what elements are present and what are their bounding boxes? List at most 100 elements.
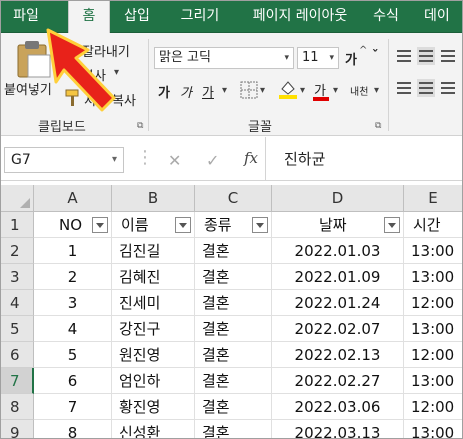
header-cell-date[interactable]: 날짜 — [272, 212, 404, 238]
cell-type[interactable]: 결혼 — [195, 316, 272, 342]
insert-function-button[interactable]: fx — [244, 149, 258, 167]
cell-date[interactable]: 2022.02.13 — [272, 342, 404, 368]
align-center-icon[interactable] — [417, 79, 435, 97]
row-header[interactable]: 9 — [0, 420, 34, 439]
enter-icon[interactable]: ✓ — [206, 151, 219, 170]
select-all-button[interactable] — [0, 185, 34, 212]
cell-no[interactable]: 4 — [34, 316, 112, 342]
filter-dropdown-icon[interactable] — [175, 217, 191, 233]
bold-button[interactable]: 가 — [158, 82, 170, 101]
cell-name[interactable]: 황진영 — [112, 394, 195, 420]
column-header-d[interactable]: D — [272, 185, 404, 212]
cell-time[interactable]: 13:00 — [404, 238, 463, 264]
column-header-b[interactable]: B — [112, 185, 195, 212]
row-header[interactable]: 2 — [0, 238, 34, 264]
cell-no[interactable]: 3 — [34, 290, 112, 316]
cell-no[interactable]: 1 — [34, 238, 112, 264]
cell-type[interactable]: 결혼 — [195, 342, 272, 368]
row-header[interactable]: 3 — [0, 264, 34, 290]
header-cell-name[interactable]: 이름 — [112, 212, 195, 238]
tab-data[interactable]: 데이 — [424, 0, 463, 33]
row-header[interactable]: 1 — [0, 212, 34, 238]
cell-date[interactable]: 2022.01.03 — [272, 238, 404, 264]
underline-dropdown-icon[interactable]: ▾ — [222, 85, 227, 96]
cell-name[interactable]: 김진길 — [112, 238, 195, 264]
tab-formulas[interactable]: 수식 — [368, 0, 404, 33]
header-cell-time[interactable]: 시간 — [404, 212, 463, 238]
cell-type[interactable]: 결혼 — [195, 238, 272, 264]
align-bottom-icon[interactable] — [439, 47, 457, 65]
row-header[interactable]: 4 — [0, 290, 34, 316]
more-options-icon[interactable]: ⋮ — [136, 147, 154, 168]
italic-button[interactable]: 가 — [180, 82, 192, 101]
cell-name[interactable]: 엄인하 — [112, 368, 195, 394]
cell-type[interactable]: 결혼 — [195, 290, 272, 316]
cell-time[interactable]: 13:00 — [404, 264, 463, 290]
cell-name[interactable]: 강진구 — [112, 316, 195, 342]
filter-dropdown-icon[interactable] — [252, 217, 268, 233]
filter-dropdown-icon[interactable] — [92, 217, 108, 233]
cell-date[interactable]: 2022.02.27 — [272, 368, 404, 394]
cell-date[interactable]: 2022.02.07 — [272, 316, 404, 342]
cell-time[interactable]: 13:00 — [404, 316, 463, 342]
border-icon[interactable] — [240, 81, 258, 99]
cell-no[interactable]: 5 — [34, 342, 112, 368]
row-header[interactable]: 8 — [0, 394, 34, 420]
column-header-a[interactable]: A — [34, 185, 112, 212]
header-cell-type[interactable]: 종류 — [195, 212, 272, 238]
clipboard-launcher-icon[interactable]: ⧉ — [137, 121, 143, 131]
cell-name[interactable]: 김혜진 — [112, 264, 195, 290]
row-header[interactable]: 6 — [0, 342, 34, 368]
align-left-icon[interactable] — [395, 79, 413, 97]
shrink-font-button[interactable]: ˇ — [372, 49, 379, 64]
font-size-select[interactable]: 11 ▾ — [297, 47, 339, 69]
cell-time[interactable]: 12:00 — [404, 394, 463, 420]
cell-name[interactable]: 원진영 — [112, 342, 195, 368]
cell-no[interactable]: 7 — [34, 394, 112, 420]
group-divider — [148, 39, 149, 131]
align-middle-icon[interactable] — [417, 47, 435, 65]
tab-insert[interactable]: 삽입 — [116, 0, 158, 33]
header-cell-no[interactable]: NO — [34, 212, 112, 238]
phonetic-button[interactable]: 내천 — [350, 83, 368, 98]
phonetic-dropdown-icon[interactable]: ▾ — [374, 85, 379, 96]
align-right-icon[interactable] — [439, 79, 457, 97]
cell-date[interactable]: 2022.03.06 — [272, 394, 404, 420]
tab-page-layout[interactable]: 페이지 레이아웃 — [244, 0, 356, 33]
cell-time[interactable]: 13:00 — [404, 368, 463, 394]
cell-no[interactable]: 2 — [34, 264, 112, 290]
row-header[interactable]: 7 — [0, 368, 34, 394]
cancel-icon[interactable]: ✕ — [168, 151, 181, 170]
font-color-dropdown-icon[interactable]: ▾ — [333, 85, 338, 96]
cell-type[interactable]: 결혼 — [195, 394, 272, 420]
cell-type[interactable]: 결혼 — [195, 368, 272, 394]
cell-name[interactable]: 진세미 — [112, 290, 195, 316]
row-header[interactable]: 5 — [0, 316, 34, 342]
font-launcher-icon[interactable]: ⧉ — [375, 121, 381, 131]
tab-draw[interactable]: 그리기 — [172, 0, 228, 33]
align-top-icon[interactable] — [395, 47, 413, 65]
font-name-select[interactable]: 맑은 고딕 ▾ — [154, 47, 294, 69]
cell-time[interactable]: 12:00 — [404, 290, 463, 316]
fill-color-dropdown-icon[interactable]: ▾ — [300, 85, 305, 96]
cell-date[interactable]: 2022.03.13 — [272, 420, 404, 439]
formula-input[interactable]: 진하균 — [265, 137, 463, 181]
column-header-c[interactable]: C — [195, 185, 272, 212]
fill-color-icon[interactable] — [278, 79, 298, 99]
cell-type[interactable]: 결혼 — [195, 420, 272, 439]
grow-font-button[interactable]: 가 — [345, 49, 357, 68]
filter-dropdown-icon[interactable] — [384, 217, 400, 233]
cell-date[interactable]: 2022.01.24 — [272, 290, 404, 316]
cell-text: 2022.03.13 — [294, 424, 381, 439]
name-box[interactable]: G7 ▾ — [4, 147, 124, 173]
cell-date[interactable]: 2022.01.09 — [272, 264, 404, 290]
column-header-e[interactable]: E — [404, 185, 463, 212]
cell-type[interactable]: 결혼 — [195, 264, 272, 290]
cell-time[interactable]: 12:00 — [404, 342, 463, 368]
cell-no[interactable]: 8 — [34, 420, 112, 439]
border-dropdown-icon[interactable]: ▾ — [260, 85, 265, 96]
cell-time[interactable]: 13:00 — [404, 420, 463, 439]
cell-name[interactable]: 신성환 — [112, 420, 195, 439]
cell-no[interactable]: 6 — [34, 368, 112, 394]
underline-button[interactable]: 가 — [202, 82, 214, 101]
